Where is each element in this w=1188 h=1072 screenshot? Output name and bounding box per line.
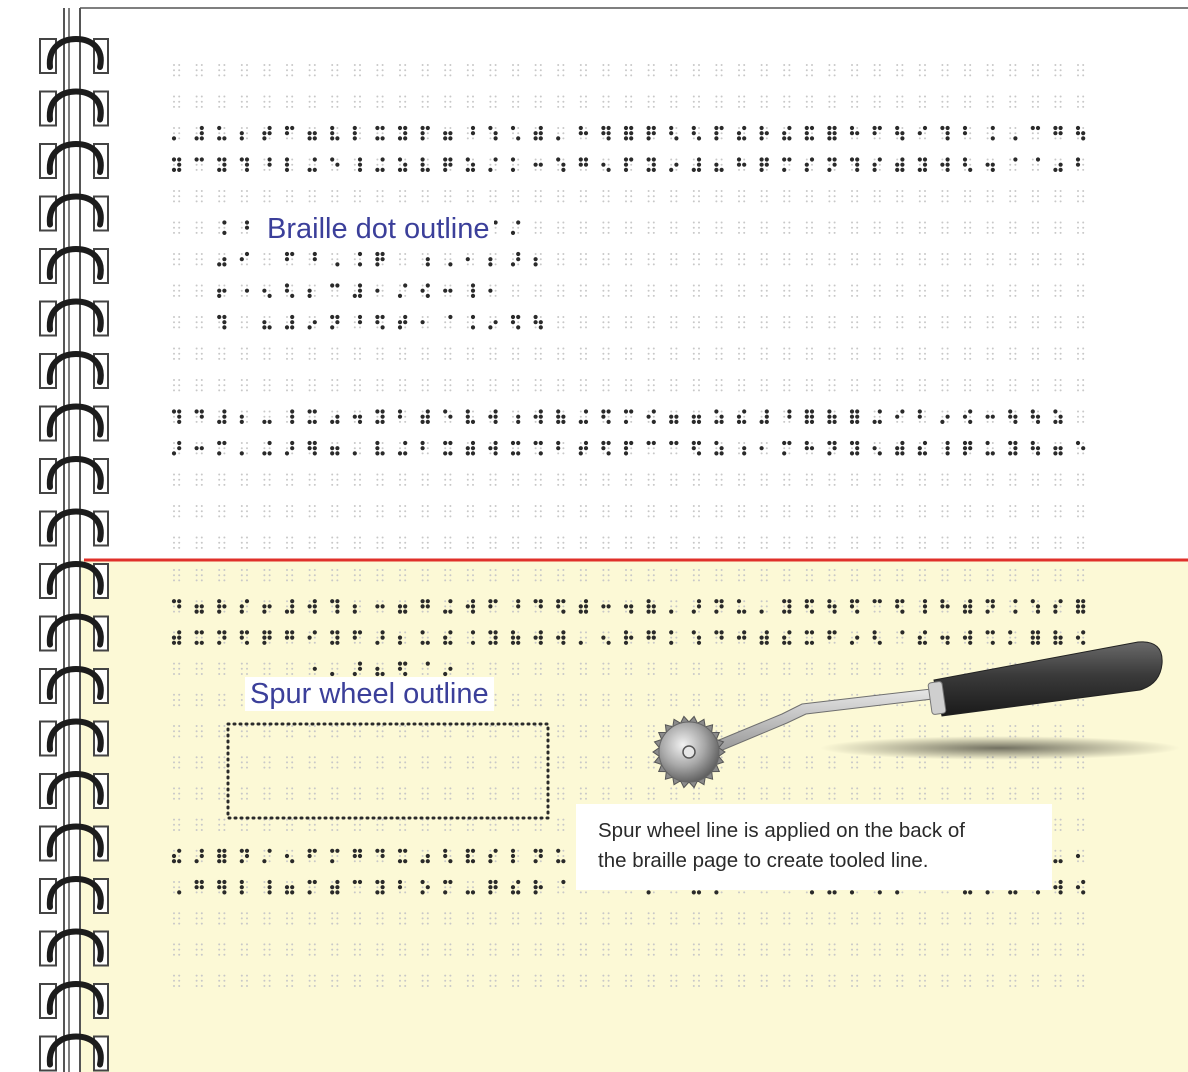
braille-outline-label: Braille dot outline: [262, 212, 495, 246]
braille-page-diagram: [39, 7, 1188, 1072]
wheel-axle: [682, 745, 696, 759]
caption-box: Spur wheel line is applied on the back o…: [576, 804, 1052, 890]
tool-shadow: [820, 736, 1180, 760]
caption-line-1: Spur wheel line is applied on the back o…: [598, 819, 965, 842]
caption-line-2: the braille page to create tooled line.: [598, 849, 929, 872]
page-top-area: [80, 8, 1188, 560]
spur-outline-label: Spur wheel outline: [245, 677, 494, 711]
